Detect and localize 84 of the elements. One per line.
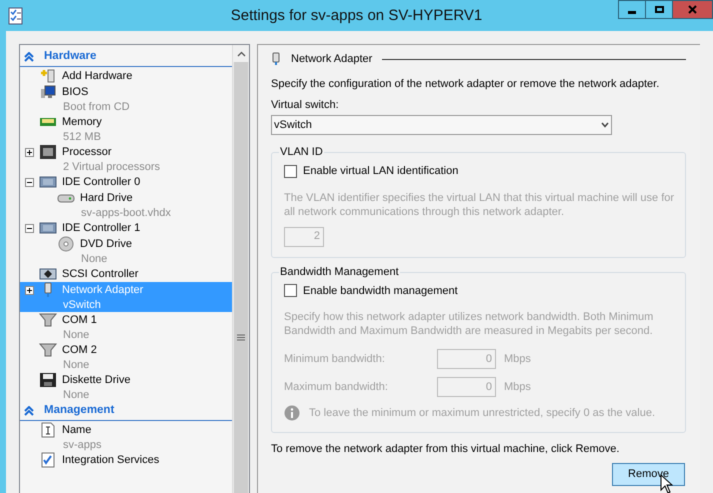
controller-icon <box>39 174 57 190</box>
port-icon <box>39 342 57 358</box>
help-text: The VLAN identifier specifies the virtual LAN that this virtual machine will use for all network communications through this network adapter. <box>284 190 675 218</box>
unit-label: Mbps <box>504 380 531 395</box>
tree-item[interactable]: Diskette Drive None <box>20 372 232 402</box>
item-label: Processor <box>62 144 112 160</box>
panel-description: Specify the configuration of the network adapter or remove the network adapter. <box>271 77 660 92</box>
remove-instructions: To remove the network adapter from this virtual machine, click Remove. <box>271 442 620 456</box>
close-icon <box>688 5 697 14</box>
info-icon <box>284 405 300 422</box>
item-label: Integration Services <box>62 452 160 468</box>
close-button[interactable] <box>673 0 713 19</box>
item-detail: 512 MB <box>63 130 101 145</box>
tree-item[interactable]: COM 2 None <box>20 342 232 372</box>
unit-label: Mbps <box>504 352 531 367</box>
item-detail: 2 Virtual processors <box>63 160 160 175</box>
tree-item[interactable]: SCSI Controller <box>20 266 232 282</box>
checkbox-label: Enable virtual LAN identification <box>303 164 458 179</box>
item-label: Diskette Drive <box>62 372 130 388</box>
tree-item[interactable]: IDE Controller 1 <box>20 220 232 236</box>
switch-label: Virtual switch: <box>271 98 340 112</box>
item-label: IDE Controller 1 <box>62 220 140 236</box>
controller-icon <box>39 266 57 282</box>
item-detail: None <box>63 328 90 343</box>
settings-window-icon <box>7 6 25 24</box>
tree-item[interactable]: Integration Services <box>20 452 232 468</box>
tree-item[interactable]: Processor 2 Virtual processors <box>20 144 232 174</box>
tree-item[interactable]: IDE Controller 0 <box>20 174 232 190</box>
panel-title: Network Adapter <box>291 52 372 67</box>
expand-icon[interactable] <box>25 286 34 294</box>
scrollbar[interactable] <box>232 45 249 493</box>
tree-item[interactable]: BIOS Boot from CD <box>20 84 232 114</box>
info-note: To leave the minimum or maximum unrestricted, specify 0 as the value. <box>309 406 656 421</box>
add-hardware-icon <box>39 68 57 84</box>
section-heading: Management <box>44 403 114 418</box>
tree-item[interactable]: DVD Drive None <box>20 236 232 266</box>
minimize-button[interactable] <box>618 0 646 19</box>
window-title: Settings for sv-apps on SV-HYPERV1 <box>230 6 484 26</box>
tree-item[interactable]: COM 1 None <box>20 312 232 342</box>
disc-icon <box>57 236 75 252</box>
item-label: COM 1 <box>62 312 97 328</box>
item-detail: None <box>81 252 108 267</box>
collapse-chevrons-icon[interactable] <box>24 52 34 62</box>
scroll-up-icon[interactable] <box>236 50 246 56</box>
collapse-icon[interactable] <box>25 224 34 232</box>
expand-icon[interactable] <box>25 148 34 156</box>
tree-item[interactable]: Name sv-apps <box>20 422 232 452</box>
document-icon <box>39 422 57 438</box>
field-label: Maximum bandwidth: <box>284 380 389 395</box>
item-label: Hard Drive <box>80 190 133 206</box>
computer-icon <box>39 84 57 100</box>
field-label: Minimum bandwidth: <box>284 352 386 367</box>
controller-icon <box>39 220 57 236</box>
item-label: Network Adapter <box>62 282 144 298</box>
tree-item[interactable]: Memory 512 MB <box>20 114 232 144</box>
checklist-icon <box>39 452 57 468</box>
scroll-grip-icon <box>237 334 245 341</box>
item-label: IDE Controller 0 <box>62 174 140 190</box>
item-label: Memory <box>62 114 102 130</box>
item-label: SCSI Controller <box>62 266 138 282</box>
item-detail: None <box>63 388 90 403</box>
help-text: Specify how this network adapter utilizes network bandwidth. Both Minimum Bandwidth and Maximum Bandwidth are measured in Megabits per second. <box>284 310 654 338</box>
group-title: Bandwidth Management <box>279 264 400 278</box>
item-detail: vSwitch <box>63 298 101 313</box>
network-adapter-icon <box>271 52 281 66</box>
item-label: BIOS <box>62 84 88 100</box>
collapse-icon[interactable] <box>25 178 34 186</box>
processor-icon <box>39 144 57 160</box>
checkbox-label: Enable bandwidth management <box>303 284 458 298</box>
item-detail: sv-apps-boot.vhdx <box>81 206 171 221</box>
virtual-switch-dropdown[interactable]: vSwitch <box>271 115 612 135</box>
item-label: DVD Drive <box>80 236 132 252</box>
item-detail: None <box>63 358 90 373</box>
section-heading: Hardware <box>44 49 96 64</box>
dropdown-caret-icon <box>601 122 609 128</box>
tree-item[interactable]: Hard Drive sv-apps-boot.vhdx <box>20 190 232 220</box>
collapse-chevrons-icon[interactable] <box>24 406 34 416</box>
item-label: COM 2 <box>62 342 97 358</box>
item-detail: Boot from CD <box>63 100 130 115</box>
item-label: Add Hardware <box>62 68 132 84</box>
item-label: Name <box>62 422 92 438</box>
remove-button[interactable]: Remove <box>612 463 685 486</box>
tree-item[interactable]: Add Hardware <box>20 68 232 84</box>
item-detail: sv-apps <box>63 438 102 453</box>
